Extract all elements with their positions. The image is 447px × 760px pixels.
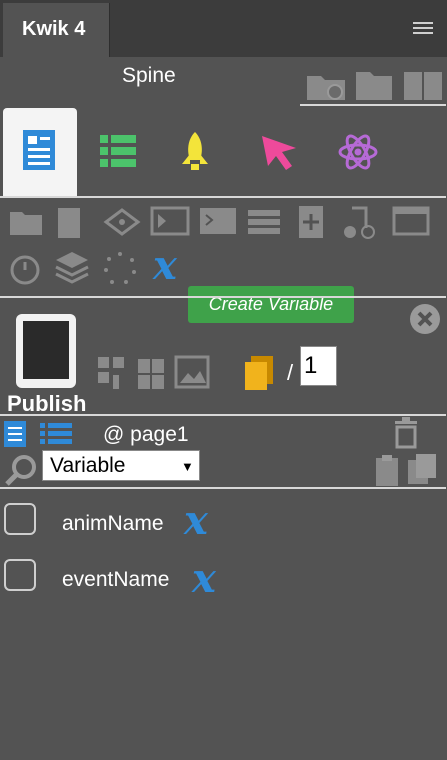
code-tag-icon[interactable] <box>102 208 142 236</box>
timer-icon[interactable] <box>8 250 42 286</box>
variable-filter-select[interactable]: Variable ▼ <box>42 450 200 481</box>
filter-selected-value: Variable <box>50 454 126 477</box>
list-item[interactable]: eventName x <box>0 556 446 604</box>
variable-checkbox[interactable] <box>4 559 36 591</box>
page-document-icon <box>23 130 55 170</box>
puzzle-icon[interactable] <box>136 355 166 391</box>
panel-tab-label: Kwik 4 <box>22 18 86 40</box>
tab-cursor-icon[interactable] <box>258 132 300 172</box>
toolbar-divider <box>0 296 446 298</box>
publish-divider <box>0 414 446 416</box>
audio-note-icon[interactable] <box>342 204 378 240</box>
particles-icon[interactable] <box>102 250 138 286</box>
add-page-icon[interactable] <box>296 204 328 240</box>
browser-window-icon[interactable] <box>392 206 430 236</box>
video-clip-icon[interactable] <box>150 206 190 236</box>
variable-checkbox[interactable] <box>4 503 36 535</box>
project-title: Spine <box>122 64 176 87</box>
list-item[interactable]: animName x <box>0 500 446 548</box>
layer-stack-icon[interactable] <box>246 206 282 238</box>
title-divider <box>300 104 446 106</box>
layers-icon[interactable] <box>54 250 90 284</box>
tooltip: Create Variable <box>188 286 354 323</box>
close-icon[interactable] <box>409 303 441 335</box>
create-variable-icon[interactable]: x <box>153 246 177 286</box>
document-settings-icon[interactable] <box>54 206 88 240</box>
copy-pages-icon[interactable] <box>243 354 277 392</box>
open-folder-icon[interactable] <box>354 66 394 102</box>
variable-icon: x <box>192 555 216 602</box>
tab-list-icon[interactable] <box>98 133 138 169</box>
chevron-down-icon: ▼ <box>181 459 194 474</box>
image-gallery-icon[interactable] <box>174 355 210 389</box>
filter-divider <box>0 487 446 489</box>
publish-tablet-icon[interactable] <box>14 312 78 390</box>
page-view-icon[interactable] <box>2 419 32 449</box>
page-number-input[interactable] <box>300 346 337 386</box>
page-separator: / <box>287 360 294 385</box>
list-view-icon[interactable] <box>38 421 74 447</box>
tabs-divider <box>0 196 446 198</box>
search-icon[interactable] <box>4 454 38 488</box>
new-folder-icon[interactable] <box>305 66 347 102</box>
variable-icon: x <box>184 497 208 544</box>
tab-atom-icon[interactable] <box>337 132 379 172</box>
paste-icon[interactable] <box>372 454 402 488</box>
variable-name: eventName <box>62 568 170 591</box>
hamburger-menu-icon[interactable] <box>413 22 433 36</box>
variable-name: animName <box>62 512 164 535</box>
book-icon[interactable] <box>402 66 444 102</box>
tab-rocket-icon[interactable] <box>178 130 212 174</box>
terminal-icon[interactable] <box>198 206 238 236</box>
export-copy-icon[interactable] <box>406 452 440 486</box>
layer-folder-icon[interactable] <box>8 206 44 238</box>
trash-icon[interactable] <box>393 417 419 449</box>
current-page-label: @ page1 <box>103 423 189 446</box>
qr-code-icon[interactable] <box>96 355 126 391</box>
